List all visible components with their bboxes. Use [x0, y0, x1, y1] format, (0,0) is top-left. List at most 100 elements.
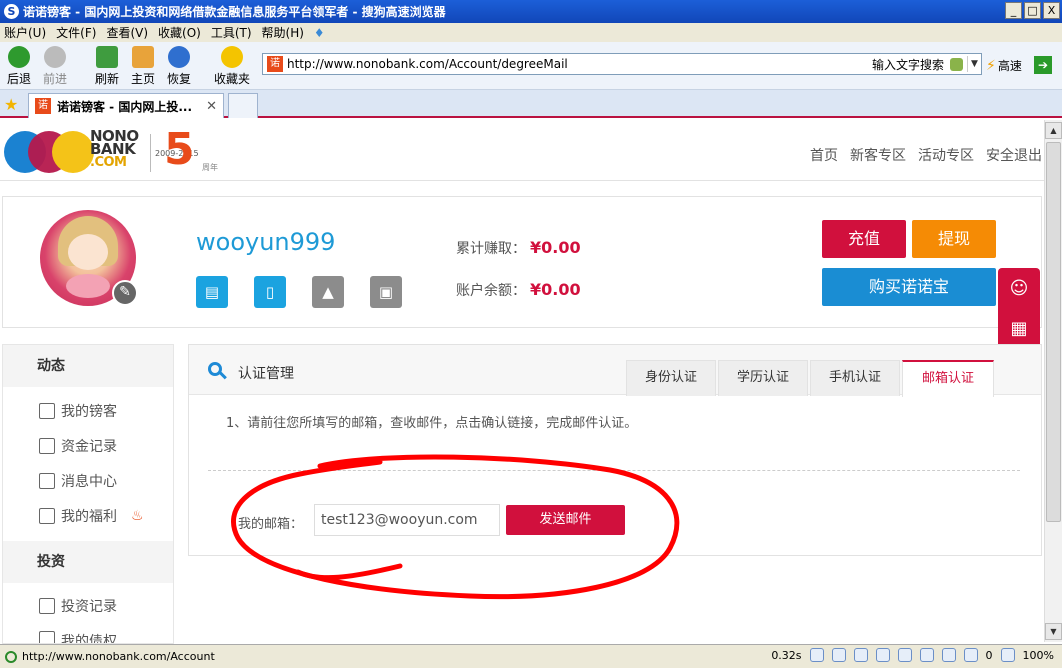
calculator-icon[interactable]: ▦	[1007, 316, 1031, 342]
sidebar-item-my-claims[interactable]: 我的债权	[39, 631, 117, 643]
withdraw-button[interactable]: 提现	[912, 220, 996, 258]
zoom-level[interactable]: 100%	[1023, 649, 1054, 662]
scroll-up-icon[interactable]: ▲	[1045, 122, 1062, 139]
customer-service-icon[interactable]: ☺	[1007, 276, 1031, 302]
menu-account[interactable]: 账户(U)	[4, 24, 46, 41]
send-email-button[interactable]: 发送邮件	[506, 505, 625, 535]
shield-icon[interactable]	[963, 648, 978, 662]
lock-icon	[950, 57, 963, 71]
vertical-scrollbar[interactable]: ▲ ▼	[1044, 120, 1062, 642]
bookmark-star-icon[interactable]: ★	[4, 95, 18, 114]
eye-icon[interactable]	[941, 648, 956, 662]
recharge-button[interactable]: 充值	[822, 220, 906, 258]
anniversary-five: 5	[164, 124, 195, 175]
balance-stat: 账户余额： ¥0.00	[456, 280, 581, 300]
home-label: 主页	[130, 72, 155, 86]
menu-file[interactable]: 文件(F)	[56, 24, 96, 41]
close-tab-icon[interactable]: ✕	[206, 99, 217, 114]
menu-view[interactable]: 查看(V)	[106, 24, 148, 41]
address-url[interactable]: http://www.nonobank.com/Account/degreeMa…	[287, 57, 872, 71]
claim-icon	[39, 631, 55, 643]
forward-button[interactable]: 前进	[38, 46, 72, 87]
address-bar[interactable]: 诺 http://www.nonobank.com/Account/degree…	[262, 53, 982, 75]
screen-icon[interactable]	[919, 648, 934, 662]
sidebar-item-my-account[interactable]: 我的镑客	[39, 401, 117, 421]
scroll-down-icon[interactable]: ▼	[1045, 623, 1062, 640]
tab-identity[interactable]: 身份认证	[626, 360, 716, 396]
sidebar-item-fund-records[interactable]: 资金记录	[39, 436, 117, 456]
email-field[interactable]: test123@wooyun.com	[314, 504, 500, 536]
tab-education[interactable]: 学历认证	[718, 360, 808, 396]
dashed-divider	[208, 470, 1020, 471]
envelope-icon	[39, 473, 55, 489]
chevron-down-icon[interactable]: ▼	[967, 56, 981, 72]
search-icon	[208, 362, 227, 380]
menu-tools[interactable]: 工具(T)	[211, 24, 252, 41]
star-icon	[221, 46, 243, 68]
mobile-phone-icon[interactable]: ▯	[254, 276, 286, 308]
menu-help[interactable]: 帮助(H)	[262, 24, 304, 41]
scroll-thumb[interactable]	[1046, 142, 1061, 522]
battery-icon[interactable]	[831, 648, 846, 662]
new-tab-button[interactable]	[228, 93, 258, 118]
maximize-button[interactable]: □	[1024, 2, 1041, 19]
speed-mode[interactable]: ⚡ 高速	[986, 57, 1022, 74]
nav-logout[interactable]: 安全退出	[986, 145, 1042, 165]
sound-icon[interactable]	[875, 648, 890, 662]
undo-icon	[168, 46, 190, 68]
download-icon[interactable]	[853, 648, 868, 662]
earned-value: ¥0.00	[530, 238, 581, 257]
lightning-icon: ⚡	[986, 57, 996, 74]
minimize-button[interactable]: _	[1005, 2, 1022, 19]
logo-text: NONO BANK .COM	[90, 129, 139, 170]
sidebar-item-messages[interactable]: 消息中心	[39, 471, 117, 491]
tab-mobile[interactable]: 手机认证	[810, 360, 900, 396]
portrait-icon[interactable]: ▣	[370, 276, 402, 308]
tab-favicon-icon: 诺	[35, 98, 51, 114]
sidebar-item-label: 我的债权	[61, 634, 117, 643]
edit-tool-icon[interactable]	[809, 648, 824, 662]
favorites-button[interactable]: 收藏夹	[210, 46, 254, 87]
favorites-label: 收藏夹	[213, 72, 250, 86]
home-button[interactable]: 主页	[126, 46, 160, 87]
id-card-icon[interactable]: ▤	[196, 276, 228, 308]
site-logo[interactable]: NONO BANK .COM 2009-2015 5 周年	[4, 124, 218, 176]
page-loaded-icon	[5, 650, 17, 663]
avatar-pig	[66, 274, 110, 298]
speed-label: 高速	[997, 59, 1022, 73]
ledger-icon	[39, 438, 55, 454]
graduation-cap-icon[interactable]: ▲	[312, 276, 344, 308]
menu-favorites[interactable]: 收藏(O)	[158, 24, 201, 41]
sidebar-item-welfare[interactable]: 我的福利 ♨	[39, 506, 144, 526]
buy-nonobao-button[interactable]: 购买诺诺宝	[822, 268, 996, 306]
earned-stat: 累计赚取： ¥0.00	[456, 238, 581, 258]
sidebar-item-label: 投资记录	[61, 599, 117, 615]
nav-activities[interactable]: 活动专区	[918, 145, 974, 165]
balance-label: 账户余额：	[456, 283, 526, 299]
clock-icon[interactable]	[897, 648, 912, 662]
close-button[interactable]: X	[1043, 2, 1060, 19]
back-button[interactable]: 后退	[2, 46, 36, 87]
instruction-text: 1、请前往您所填写的邮箱，查收邮件，点击确认链接，完成邮件认证。	[226, 416, 638, 431]
sidebar-item-invest-records[interactable]: 投资记录	[39, 596, 117, 616]
nav-new-customer[interactable]: 新客专区	[850, 145, 906, 165]
active-tab[interactable]: 诺 诺诺镑客 - 国内网上投... ✕	[28, 93, 224, 118]
search-hint[interactable]: 输入文字搜索	[872, 56, 944, 73]
nav-home[interactable]: 首页	[810, 145, 838, 165]
zoom-icon[interactable]	[1000, 648, 1015, 662]
sidebar-item-label: 我的福利	[61, 509, 117, 525]
window-title: 诺诺镑客 - 国内网上投资和网络借款金融信息服务平台领军者 - 搜狗高速浏览器	[23, 5, 446, 19]
status-tools: 0.32s 0 100%	[771, 648, 1054, 662]
refresh-label: 刷新	[94, 72, 119, 86]
go-button[interactable]: ➔	[1034, 56, 1052, 74]
restore-button[interactable]: 恢复	[162, 46, 196, 87]
restore-label: 恢复	[166, 72, 191, 86]
refresh-button[interactable]: 刷新	[90, 46, 124, 87]
back-label: 后退	[6, 72, 31, 86]
shirt-icon[interactable]: ♦	[314, 26, 325, 40]
edit-avatar-icon[interactable]: ✎	[112, 280, 138, 306]
tab-email[interactable]: 邮箱认证	[902, 360, 994, 397]
title-bar: S 诺诺镑客 - 国内网上投资和网络借款金融信息服务平台领军者 - 搜狗高速浏览…	[0, 0, 1062, 23]
sidebar-section-dynamic: 动态	[3, 345, 173, 387]
sidebar-item-label: 资金记录	[61, 439, 117, 455]
